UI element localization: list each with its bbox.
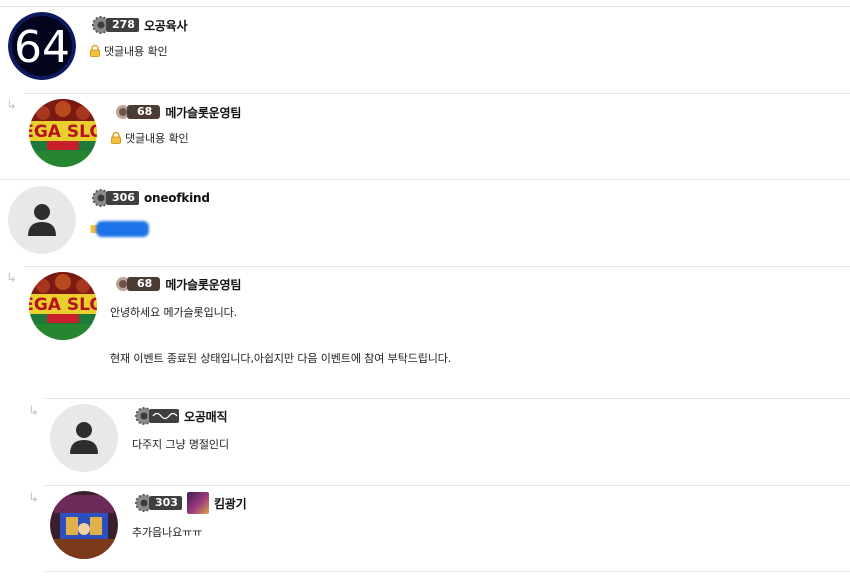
avatar-image <box>50 491 118 559</box>
level-number: 306 <box>106 191 139 205</box>
nickname[interactable]: 킴광기 <box>214 495 247 512</box>
comment-text: 다주지 그냥 명절인디 <box>132 438 229 451</box>
level-badge <box>133 407 179 425</box>
avatar[interactable] <box>8 186 76 254</box>
divider <box>0 6 850 7</box>
comment-text: 댓글내용 확인 <box>125 132 189 145</box>
user-emblem-icon <box>186 492 209 514</box>
redaction-mask <box>96 221 149 237</box>
reply-arrow-icon: ↳ <box>28 404 39 419</box>
level-scribble-icon <box>149 409 179 423</box>
avatar-text: 64 <box>14 22 70 73</box>
hidden-comment-body <box>89 221 149 237</box>
divider <box>24 93 850 94</box>
lock-icon <box>111 132 121 144</box>
default-user-icon <box>50 404 118 472</box>
nickname[interactable]: 메가슬롯운영팀 <box>165 276 241 293</box>
comment-meta: 68 메가슬롯운영팀 <box>113 102 241 122</box>
comment-text: 댓글내용 확인 <box>104 45 168 58</box>
comment-text-line: 현재 이벤트 종료된 상태입니다,아쉽지만 다음 이벤트에 참여 부탁드립니다. <box>110 352 452 365</box>
svg-text:EGA SLO: EGA SLO <box>29 122 97 142</box>
avatar-image: EGA SLO <box>29 272 97 340</box>
nickname[interactable]: 오공육사 <box>144 17 188 34</box>
level-number: 68 <box>127 105 161 119</box>
divider <box>45 485 850 486</box>
divider <box>45 398 850 399</box>
comment-body: 댓글내용 확인 <box>110 132 189 146</box>
divider <box>0 179 850 180</box>
level-number: 68 <box>127 277 161 291</box>
avatar-image: 64 <box>8 12 76 80</box>
reply-arrow-icon: ↳ <box>6 271 17 286</box>
nickname[interactable]: 메가슬롯운영팀 <box>165 104 241 121</box>
reply-arrow-icon: ↳ <box>6 98 17 113</box>
comment-meta: 306 oneofkind <box>90 188 210 208</box>
avatar[interactable] <box>50 491 118 559</box>
nickname[interactable]: 오공매직 <box>184 408 228 425</box>
level-badge: 278 <box>90 16 139 34</box>
avatar-image: EGA SLO <box>29 99 97 167</box>
svg-text:EGA SLO: EGA SLO <box>29 295 97 315</box>
lock-icon <box>90 45 100 57</box>
comment-text: 추가읍나요ㅠㅠ <box>132 526 203 539</box>
level-badge: 306 <box>90 189 139 207</box>
comment-meta: 278 오공육사 <box>90 15 188 35</box>
avatar[interactable] <box>50 404 118 472</box>
level-number: 278 <box>106 18 139 32</box>
comment-body: 댓글내용 확인 <box>89 45 168 59</box>
divider <box>24 266 850 267</box>
divider <box>45 571 850 572</box>
avatar[interactable]: EGA SLO <box>29 272 97 340</box>
avatar[interactable]: 64 <box>8 12 76 80</box>
nickname[interactable]: oneofkind <box>144 191 210 205</box>
comment-meta: 303 킴광기 <box>133 492 247 514</box>
level-badge: 68 <box>113 104 161 120</box>
level-badge: 68 <box>113 276 161 292</box>
reply-arrow-icon: ↳ <box>28 491 39 506</box>
level-badge: 303 <box>133 494 182 512</box>
default-user-icon <box>8 186 76 254</box>
comment-meta: 68 메가슬롯운영팀 <box>113 274 241 294</box>
avatar[interactable]: EGA SLO <box>29 99 97 167</box>
comment-meta: 오공매직 <box>133 406 228 426</box>
comment-text-line: 안녕하세요 메가슬롯입니다. <box>110 306 238 319</box>
level-number: 303 <box>149 496 182 510</box>
